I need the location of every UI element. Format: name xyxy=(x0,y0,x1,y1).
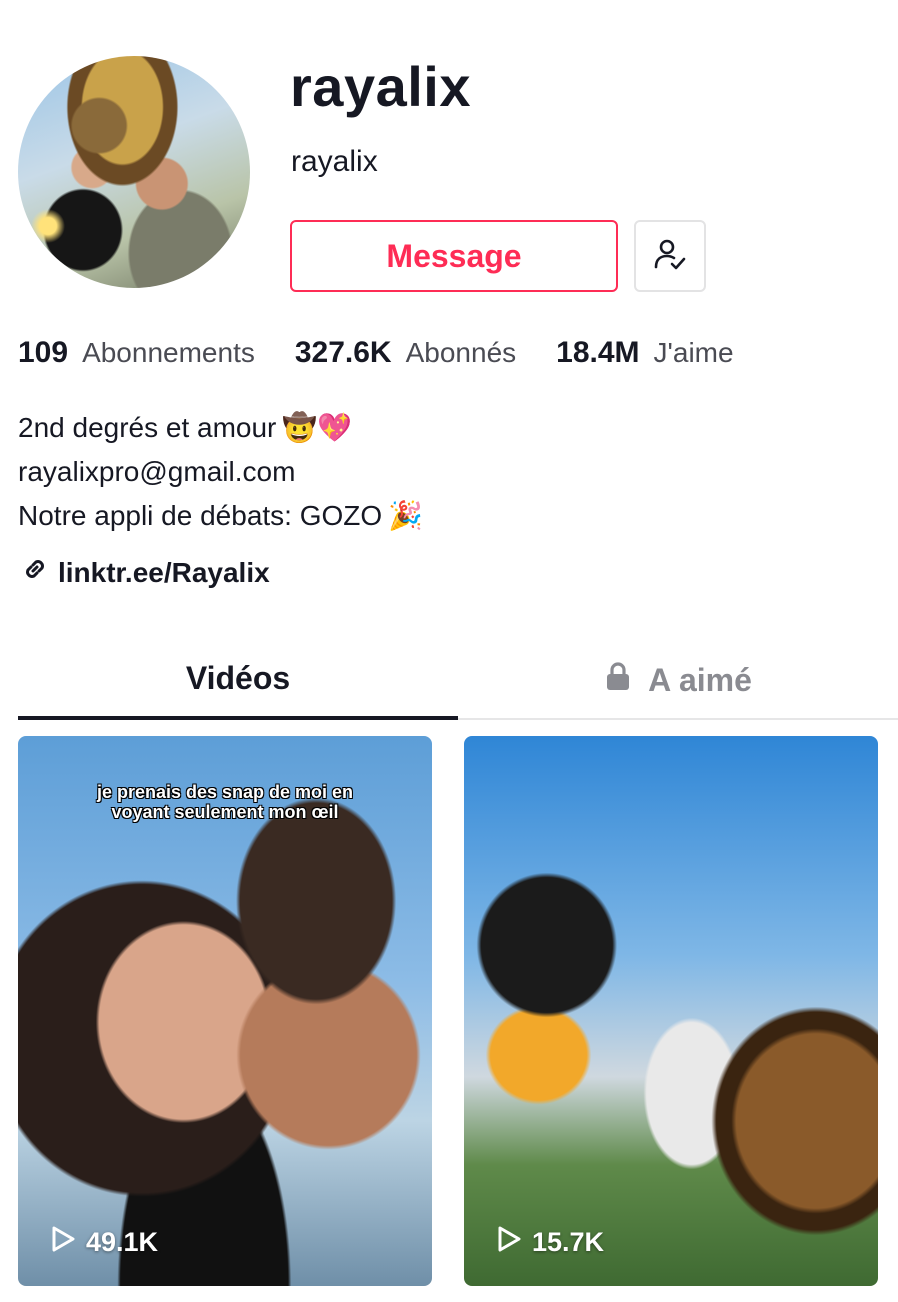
display-name: rayalix xyxy=(290,55,471,118)
video-grid: je prenais des snap de moi en voyant seu… xyxy=(18,736,878,1286)
message-button[interactable]: Message xyxy=(290,220,618,292)
bio: 2nd degrés et amour 🤠💖 rayalixpro@gmail.… xyxy=(18,406,423,538)
stat-followers[interactable]: 327.6K Abonnés xyxy=(295,336,516,370)
video-caption: je prenais des snap de moi en voyant seu… xyxy=(96,782,354,822)
bio-line-text: 2nd degrés et amour xyxy=(18,412,277,443)
bio-line: 2nd degrés et amour 🤠💖 xyxy=(18,406,423,450)
play-icon xyxy=(50,1225,86,1260)
bio-email: rayalixpro@gmail.com xyxy=(18,450,423,494)
stats-row: 109 Abonnements 327.6K Abonnés 18.4M J'a… xyxy=(18,336,774,370)
avatar[interactable] xyxy=(18,56,250,288)
profile-tabs: Vidéos A aimé xyxy=(18,640,898,720)
bio-link-text: linktr.ee/Rayalix xyxy=(58,556,270,588)
cowboy-heart-emoji: 🤠💖 xyxy=(282,412,353,443)
video-thumbnail[interactable]: je prenais des snap de moi en voyant seu… xyxy=(18,736,432,1286)
profile-page: rayalix rayalix Message 109 Abonnements … xyxy=(0,0,898,1302)
view-count: 15.7K xyxy=(496,1225,604,1260)
stat-following-label: Abonnements xyxy=(82,337,255,368)
user-check-icon xyxy=(652,237,688,276)
stat-followers-label: Abonnés xyxy=(405,337,517,368)
tab-liked-label: A aimé xyxy=(648,661,752,698)
play-icon xyxy=(496,1225,532,1260)
bio-line: Notre appli de débats: GOZO 🎉 xyxy=(18,494,423,538)
bio-line-text: Notre appli de débats: GOZO xyxy=(18,500,383,531)
bio-link[interactable]: linktr.ee/Rayalix xyxy=(20,554,270,591)
stat-likes-label: J'aime xyxy=(653,337,734,368)
link-icon xyxy=(20,554,58,591)
bio-email-text: rayalixpro@gmail.com xyxy=(18,456,296,487)
stat-followers-count: 327.6K xyxy=(294,336,392,369)
party-emoji: 🎉 xyxy=(388,500,424,531)
stat-following[interactable]: 109 Abonnements xyxy=(18,336,255,370)
video-thumbnail[interactable]: 15.7K xyxy=(464,736,878,1286)
tab-videos[interactable]: Vidéos xyxy=(18,640,458,720)
view-count: 49.1K xyxy=(50,1225,158,1260)
avatar-decoration xyxy=(28,206,68,246)
view-count-text: 15.7K xyxy=(532,1227,605,1257)
lock-icon xyxy=(604,661,648,699)
following-button[interactable] xyxy=(634,220,706,292)
tab-videos-label: Vidéos xyxy=(185,659,291,696)
tab-liked[interactable]: A aimé xyxy=(458,640,898,720)
username: rayalix xyxy=(291,145,378,178)
stat-likes-count: 18.4M xyxy=(556,336,640,369)
stat-following-count: 109 xyxy=(18,336,69,369)
view-count-text: 49.1K xyxy=(86,1227,159,1257)
stat-likes: 18.4M J'aime xyxy=(556,336,733,370)
